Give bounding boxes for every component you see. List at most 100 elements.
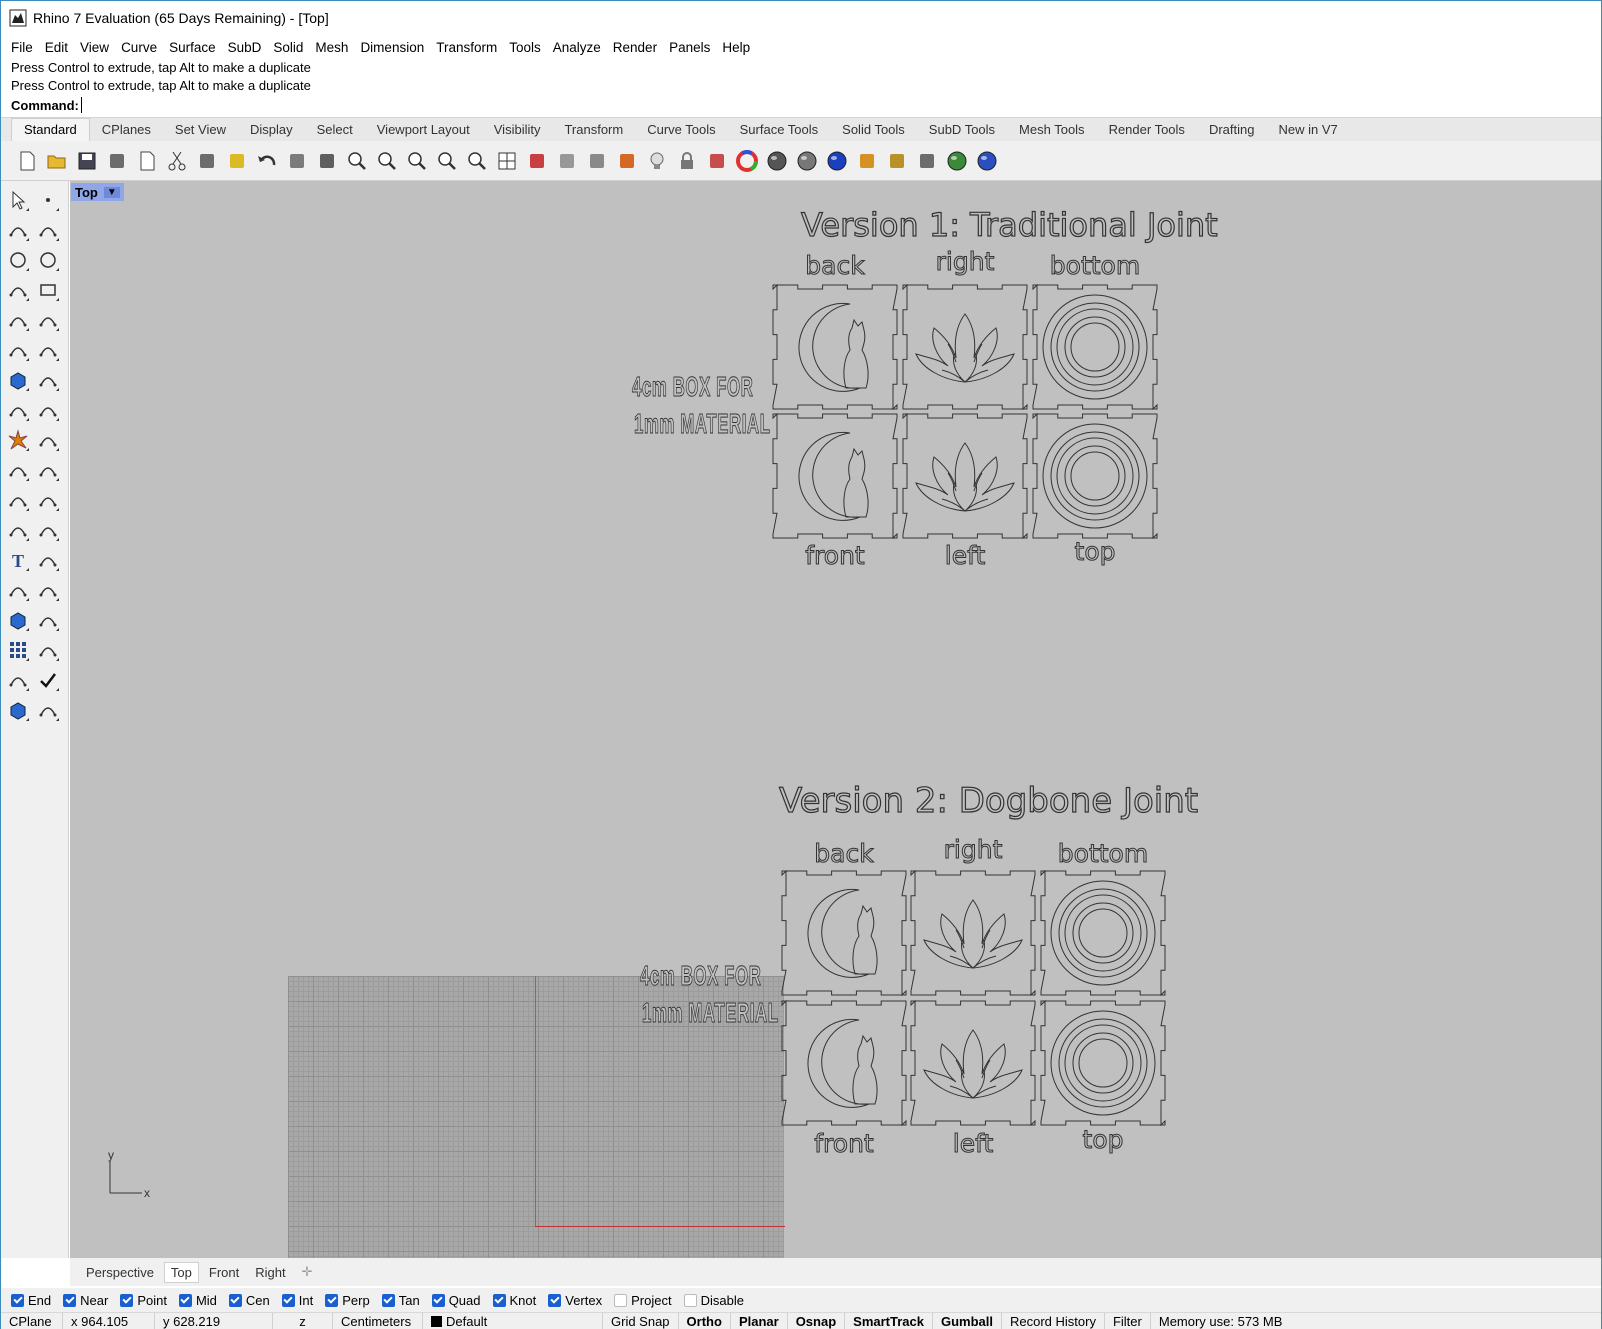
panel-top-rings[interactable] xyxy=(1032,412,1158,540)
menu-subd[interactable]: SubD xyxy=(222,38,268,57)
surface-tools-icon[interactable] xyxy=(35,337,61,363)
checkbox[interactable] xyxy=(120,1293,134,1307)
tab-viewport-layout[interactable]: Viewport Layout xyxy=(365,119,482,141)
osnap-near[interactable]: Near xyxy=(63,1293,108,1308)
viewtab-front[interactable]: Front xyxy=(203,1263,245,1282)
tab-standard[interactable]: Standard xyxy=(11,118,90,141)
import-icon[interactable] xyxy=(133,146,161,176)
viewport-title-tab[interactable]: Top ▼ xyxy=(71,183,124,201)
tab-render-tools[interactable]: Render Tools xyxy=(1097,119,1197,141)
select-arrow-icon[interactable] xyxy=(5,187,31,213)
panel-bottom-rings[interactable] xyxy=(1032,283,1158,411)
color-wheel-icon[interactable] xyxy=(733,146,761,176)
edit-points-icon[interactable] xyxy=(35,577,61,603)
polyline-icon[interactable] xyxy=(5,217,31,243)
osnap-disable[interactable]: Disable xyxy=(683,1293,744,1308)
boolean-union-icon[interactable] xyxy=(35,367,61,393)
extrude-icon[interactable] xyxy=(5,397,31,423)
checkbox[interactable] xyxy=(11,1293,24,1307)
menu-curve[interactable]: Curve xyxy=(115,38,163,57)
polygon-icon[interactable] xyxy=(5,307,31,333)
status-ortho[interactable]: Ortho xyxy=(679,1312,731,1329)
panel-back-cat[interactable] xyxy=(772,283,898,411)
tab-subd-tools[interactable]: SubD Tools xyxy=(917,119,1007,141)
join-icon[interactable] xyxy=(35,457,61,483)
osnap-tan[interactable]: Tan xyxy=(381,1293,420,1308)
dimension-icon[interactable] xyxy=(35,607,61,633)
save-icon[interactable] xyxy=(73,146,101,176)
menu-solid[interactable]: Solid xyxy=(267,38,309,57)
tab-visibility[interactable]: Visibility xyxy=(482,119,553,141)
open-icon[interactable] xyxy=(43,146,71,176)
light-icon[interactable] xyxy=(643,146,671,176)
osnap-icon[interactable] xyxy=(583,146,611,176)
viewtab-perspective[interactable]: Perspective xyxy=(80,1263,160,1282)
array-icon[interactable] xyxy=(5,637,31,663)
zoom-icon[interactable] xyxy=(343,146,371,176)
add-viewport-icon[interactable]: ✛ xyxy=(296,1262,319,1282)
viewtab-top[interactable]: Top xyxy=(163,1261,199,1283)
check-icon[interactable] xyxy=(35,667,61,693)
panel-front-cat[interactable] xyxy=(772,412,898,540)
settings-icon[interactable] xyxy=(883,146,911,176)
checkbox[interactable] xyxy=(178,1293,192,1307)
group-icon[interactable] xyxy=(5,487,31,513)
circle-icon[interactable] xyxy=(5,247,31,273)
osnap-knot[interactable]: Knot xyxy=(492,1293,536,1308)
panel-right-lotus[interactable] xyxy=(910,869,1036,997)
text-icon[interactable]: T xyxy=(5,547,31,573)
osnap-point[interactable]: Point xyxy=(120,1293,167,1308)
chevron-down-icon[interactable]: ▼ xyxy=(103,186,120,198)
checkbox[interactable] xyxy=(431,1293,445,1307)
explode-icon[interactable] xyxy=(5,427,31,453)
checkbox[interactable] xyxy=(548,1293,562,1307)
scale-icon[interactable] xyxy=(35,547,61,573)
curve-icon[interactable] xyxy=(35,217,61,243)
status-smarttrack[interactable]: SmartTrack xyxy=(845,1312,933,1329)
menu-surface[interactable]: Surface xyxy=(163,38,222,57)
tab-set-view[interactable]: Set View xyxy=(163,119,238,141)
menu-transform[interactable]: Transform xyxy=(430,38,503,57)
menu-dimension[interactable]: Dimension xyxy=(354,38,430,57)
command-input[interactable] xyxy=(80,97,681,113)
render-tools-icon[interactable] xyxy=(35,697,61,723)
ellipse-icon[interactable] xyxy=(35,247,61,273)
osnap-cen[interactable]: Cen xyxy=(228,1293,270,1308)
osnap-project[interactable]: Project xyxy=(614,1293,672,1308)
undo-icon[interactable] xyxy=(253,146,281,176)
tab-transform[interactable]: Transform xyxy=(552,119,635,141)
viewport-top[interactable]: Version 1: Traditional Joint back right … xyxy=(70,181,1601,1258)
help-icon[interactable] xyxy=(973,146,1001,176)
panel-left-lotus[interactable] xyxy=(902,412,1028,540)
mesh-icon[interactable] xyxy=(5,697,31,723)
status-layer[interactable]: Default xyxy=(423,1312,603,1329)
status-gumball[interactable]: Gumball xyxy=(933,1312,1002,1329)
checkbox[interactable] xyxy=(228,1293,242,1307)
material-icon[interactable] xyxy=(763,146,791,176)
box-icon[interactable] xyxy=(5,367,31,393)
lock-icon[interactable] xyxy=(673,146,701,176)
tab-select[interactable]: Select xyxy=(305,119,365,141)
surface-from-curves-icon[interactable] xyxy=(35,397,61,423)
checkbox[interactable] xyxy=(281,1293,295,1307)
options-icon[interactable] xyxy=(913,146,941,176)
tab-mesh-tools[interactable]: Mesh Tools xyxy=(1007,119,1097,141)
tab-surface-tools[interactable]: Surface Tools xyxy=(728,119,831,141)
align-icon[interactable] xyxy=(35,637,61,663)
viewport-grid-icon[interactable] xyxy=(493,146,521,176)
panel-back-cat[interactable] xyxy=(781,869,907,997)
panel-front-cat[interactable] xyxy=(781,999,907,1127)
menu-mesh[interactable]: Mesh xyxy=(309,38,354,57)
move-icon[interactable] xyxy=(5,577,31,603)
arc-icon[interactable] xyxy=(5,277,31,303)
world-icon[interactable] xyxy=(943,146,971,176)
tab-solid-tools[interactable]: Solid Tools xyxy=(830,119,917,141)
tab-cplanes[interactable]: CPlanes xyxy=(90,119,163,141)
rebuild-icon[interactable] xyxy=(5,517,31,543)
osnap-end[interactable]: End xyxy=(11,1293,51,1308)
render-preview-icon[interactable] xyxy=(793,146,821,176)
pan-icon[interactable] xyxy=(283,146,311,176)
panel-bottom-rings[interactable] xyxy=(1040,869,1166,997)
viewtab-right[interactable]: Right xyxy=(249,1263,291,1282)
tab-display[interactable]: Display xyxy=(238,119,305,141)
